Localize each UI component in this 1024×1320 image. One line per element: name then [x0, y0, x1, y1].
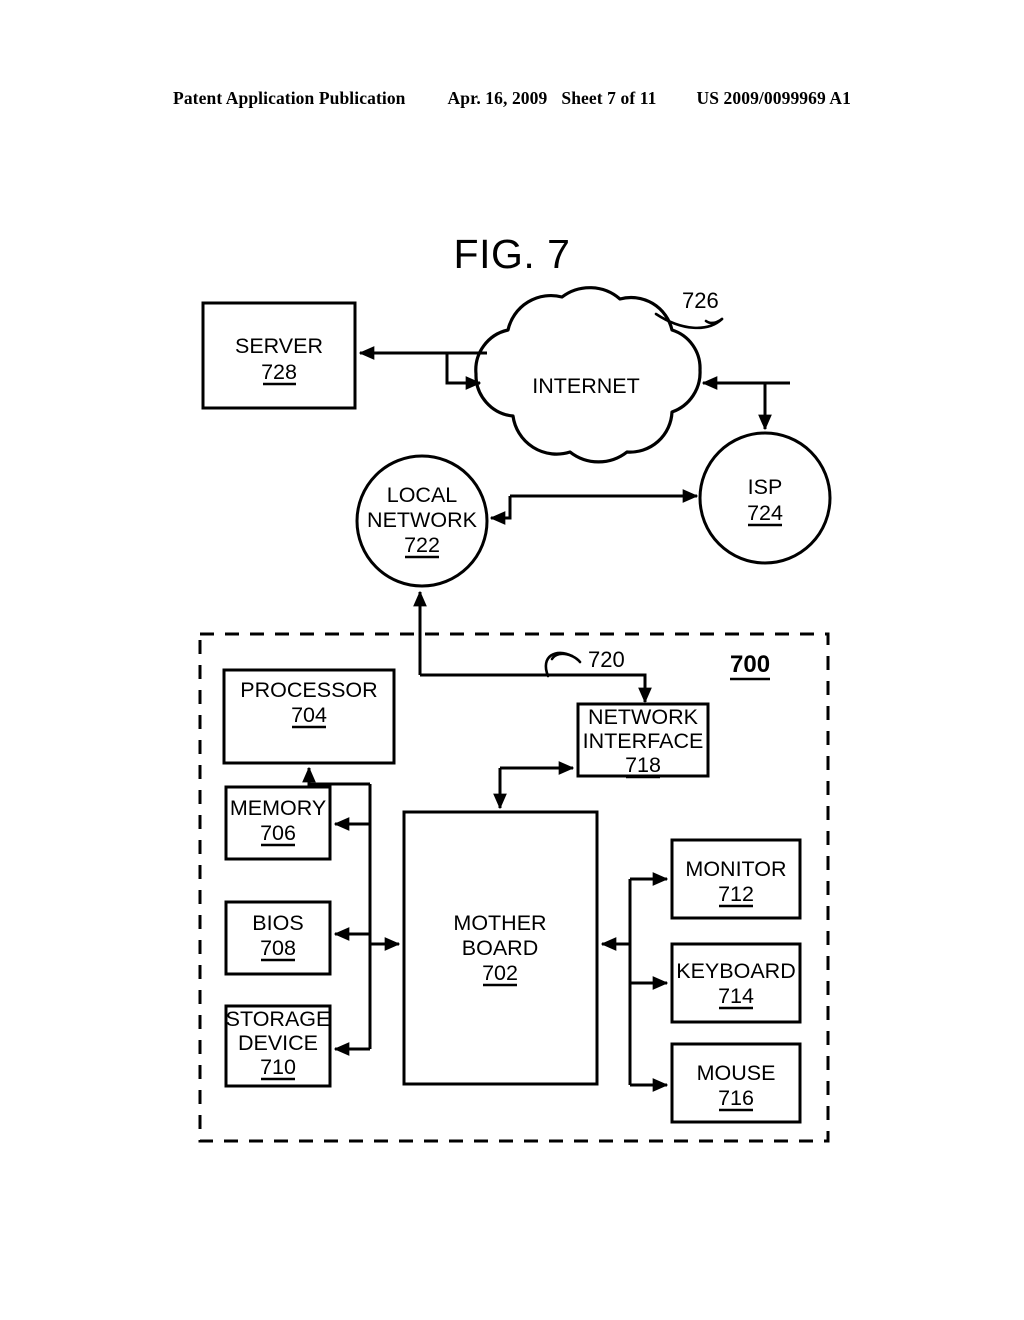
local-network-label-1: LOCAL [387, 483, 458, 507]
enclosure-ref: 700 [730, 651, 770, 678]
memory-label: MEMORY [230, 796, 326, 820]
storage-device-ref: 710 [260, 1055, 296, 1079]
processor-label: PROCESSOR [240, 678, 377, 702]
monitor-ref: 712 [718, 882, 754, 906]
network-interface-label-1: NETWORK [588, 705, 699, 729]
internet-ref: 726 [682, 288, 719, 313]
local-network-ref: 722 [404, 533, 440, 557]
keyboard-box [670, 942, 802, 1024]
processor-ref: 704 [291, 703, 327, 727]
network-interface-ref: 718 [625, 753, 661, 777]
internet-label: INTERNET [532, 374, 640, 398]
network-link-ref: 720 [588, 647, 625, 672]
bios-label: BIOS [252, 911, 303, 935]
network-link-leader-tail [550, 652, 574, 661]
motherboard-label-1: MOTHER [453, 911, 546, 935]
network-interface-uplink-bus [420, 673, 652, 704]
network-link-leader [544, 651, 582, 678]
figure-7-diagram: FIG. 7 SERVER 728 INTERNET 726 LOCAL NET… [198, 231, 832, 1143]
mouse-ref: 716 [718, 1086, 754, 1110]
isp-local-network-connector-in [489, 496, 512, 525]
motherboard-label-2: BOARD [462, 936, 538, 960]
network-interface-label-2: INTERFACE [583, 729, 704, 753]
keyboard-ref: 714 [718, 984, 754, 1008]
isp-ref: 724 [747, 501, 783, 525]
figure-title: FIG. 7 [454, 231, 571, 277]
left-bus-to-processor [302, 766, 370, 786]
server-ref: 728 [261, 360, 297, 384]
storage-device-label-1: STORAGE [226, 1007, 331, 1031]
bios-ref: 708 [260, 936, 296, 960]
monitor-label: MONITOR [685, 857, 786, 881]
local-network-label-2: NETWORK [367, 508, 478, 532]
motherboard-ref: 702 [482, 961, 518, 985]
patent-page: Patent Application Publication Apr. 16, … [0, 0, 1024, 1320]
storage-device-label-2: DEVICE [238, 1031, 318, 1055]
memory-ref: 706 [260, 821, 296, 845]
server-label: SERVER [235, 334, 323, 358]
mouse-label: MOUSE [697, 1061, 776, 1085]
isp-label: ISP [748, 475, 783, 499]
keyboard-label: KEYBOARD [676, 959, 795, 983]
